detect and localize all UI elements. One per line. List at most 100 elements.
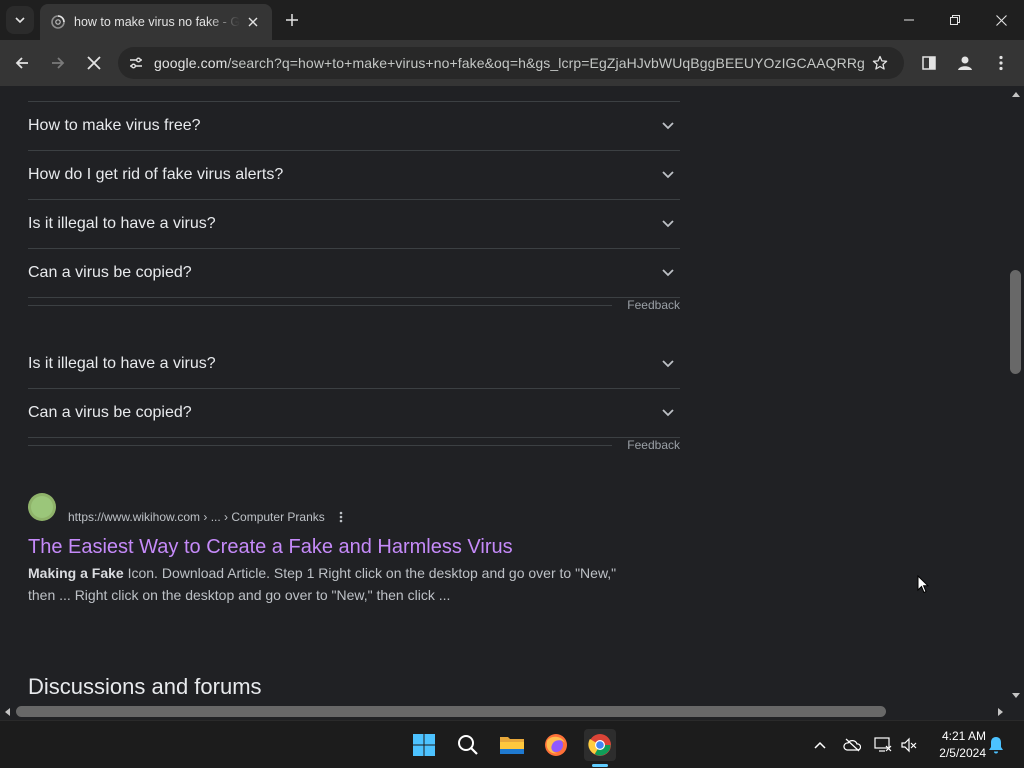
section-heading: Discussions and forums: [28, 674, 262, 699]
url-path: /search?q=how+to+make+virus+no+fake&oq=h…: [227, 55, 864, 71]
show-hidden-icons-button[interactable]: [810, 735, 830, 755]
divider: [28, 445, 612, 446]
feedback-link[interactable]: Feedback: [627, 298, 680, 312]
scroll-down-arrow[interactable]: [1012, 693, 1020, 698]
tab-search-button[interactable]: [6, 6, 34, 34]
profile-icon: [958, 56, 972, 70]
scroll-corner: [1008, 704, 1024, 720]
profile-button[interactable]: [949, 47, 981, 79]
close-icon: [995, 14, 1007, 26]
forward-button[interactable]: [42, 47, 74, 79]
paa-question[interactable]: How to make virus free?: [28, 102, 680, 151]
chrome-icon: [588, 734, 611, 756]
page-viewport: How to make virus free? How do I get rid…: [0, 86, 1008, 704]
side-panel-button[interactable]: [913, 47, 945, 79]
close-tab-icon[interactable]: [244, 13, 262, 31]
paa-question[interactable]: How do I get rid of fake virus alerts?: [28, 151, 680, 200]
chevron-down-icon: [656, 352, 680, 376]
search-icon: [458, 735, 478, 755]
paa-question-text: Is it illegal to have a virus?: [28, 215, 216, 232]
url-host: google.com: [154, 55, 228, 71]
vertical-scrollbar[interactable]: [1008, 86, 1024, 704]
scroll-up-arrow[interactable]: [1012, 92, 1020, 97]
chevron-down-icon: [656, 401, 680, 425]
taskbar: 4:21 AM 2/5/2024: [0, 720, 1024, 768]
file-explorer-button[interactable]: [496, 729, 528, 761]
paa-question-text: Is it illegal to have a virus?: [28, 355, 216, 372]
search-button[interactable]: [452, 729, 484, 761]
scroll-thumb[interactable]: [16, 706, 886, 717]
divider: [28, 305, 612, 306]
plus-icon: [286, 14, 298, 26]
back-button[interactable]: [6, 47, 38, 79]
address-bar[interactable]: google.com/search?q=how+to+make+virus+no…: [118, 47, 904, 79]
result-snippet: Making a Fake Icon. Download Article. St…: [28, 562, 628, 606]
menu-button[interactable]: [985, 47, 1017, 79]
paa-question[interactable]: Is it illegal to have a virus?: [28, 200, 680, 249]
paa-question-text: How do I get rid of fake virus alerts?: [28, 166, 284, 183]
tab-strip: how to make virus no fake - Google Searc…: [0, 0, 1024, 40]
bookmark-star-icon[interactable]: [864, 47, 896, 79]
chevron-up-icon: [814, 741, 826, 749]
notifications-bell-icon[interactable]: [986, 735, 1006, 755]
loading-spinner-icon: [50, 14, 66, 30]
chevron-down-icon: [656, 163, 680, 187]
new-tab-button[interactable]: [281, 8, 303, 32]
chevron-down-icon: [656, 212, 680, 236]
volume-muted-icon[interactable]: [899, 735, 919, 755]
snippet-text: Icon. Download Article. Step 1 Right cli…: [123, 565, 617, 581]
folder-icon: [500, 737, 524, 754]
paa-question[interactable]: Is it illegal to have a virus?: [28, 340, 680, 389]
scroll-right-arrow[interactable]: [998, 708, 1003, 716]
mouse-cursor-icon: [917, 575, 929, 594]
chevron-down-icon: [15, 17, 25, 24]
snippet-text: then ... Right click on the desktop and …: [28, 587, 451, 603]
tab-title: how to make virus no fake - Google Searc…: [74, 15, 240, 29]
scroll-thumb[interactable]: [1010, 270, 1021, 374]
people-also-ask-group: How to make virus free? How do I get rid…: [28, 101, 680, 328]
paa-question-text: How to make virus free?: [28, 117, 201, 134]
result-source[interactable]: https://www.wikihow.com › ... › Computer…: [28, 493, 628, 528]
more-options-icon[interactable]: [335, 510, 347, 524]
arrow-right-icon: [52, 57, 65, 69]
restore-icon: [950, 15, 960, 25]
network-icon[interactable]: [873, 735, 893, 755]
feedback-row: Feedback: [28, 438, 680, 468]
feedback-link[interactable]: Feedback: [627, 438, 680, 452]
clock-time: 4:21 AM: [941, 729, 986, 743]
browser-toolbar: google.com/search?q=how+to+make+virus+no…: [0, 40, 1024, 86]
site-info-icon[interactable]: [122, 49, 150, 77]
chrome-button[interactable]: [584, 729, 616, 761]
kebab-menu-icon: [999, 55, 1003, 71]
paa-question[interactable]: Can a virus be copied?: [28, 389, 680, 438]
onedrive-icon[interactable]: [842, 735, 862, 755]
start-button[interactable]: [408, 729, 440, 761]
arrow-left-icon: [15, 57, 28, 69]
close-icon: [87, 56, 101, 70]
chevron-down-icon: [656, 261, 680, 285]
restore-button[interactable]: [932, 0, 978, 40]
firefox-button[interactable]: [540, 729, 572, 761]
people-also-ask-group: Is it illegal to have a virus? Can a vir…: [28, 340, 680, 468]
paa-question[interactable]: Can a virus be copied?: [28, 249, 680, 298]
firefox-icon: [545, 734, 567, 756]
active-tab[interactable]: how to make virus no fake - Google Searc…: [40, 4, 272, 40]
chevron-down-icon: [656, 114, 680, 138]
result-url: https://www.wikihow.com › ... › Computer…: [68, 510, 325, 524]
minimize-icon: [904, 19, 914, 21]
minimize-button[interactable]: [886, 0, 932, 40]
result-title-link[interactable]: The Easiest Way to Create a Fake and Har…: [28, 534, 628, 560]
active-app-indicator: [592, 764, 608, 767]
close-window-button[interactable]: [978, 0, 1024, 40]
system-clock[interactable]: 4:21 AM 2/5/2024: [926, 728, 986, 762]
paa-question-text: Can a virus be copied?: [28, 404, 192, 421]
site-favicon: [28, 493, 56, 521]
horizontal-scrollbar[interactable]: [0, 704, 1008, 720]
feedback-row: Feedback: [28, 298, 680, 328]
side-panel-icon: [922, 56, 936, 70]
stop-loading-button[interactable]: [78, 47, 110, 79]
scroll-left-arrow[interactable]: [5, 708, 10, 716]
paa-question-text: Can a virus be copied?: [28, 264, 192, 281]
url-text: google.com/search?q=how+to+make+virus+no…: [150, 55, 864, 71]
windows-icon: [413, 734, 435, 756]
